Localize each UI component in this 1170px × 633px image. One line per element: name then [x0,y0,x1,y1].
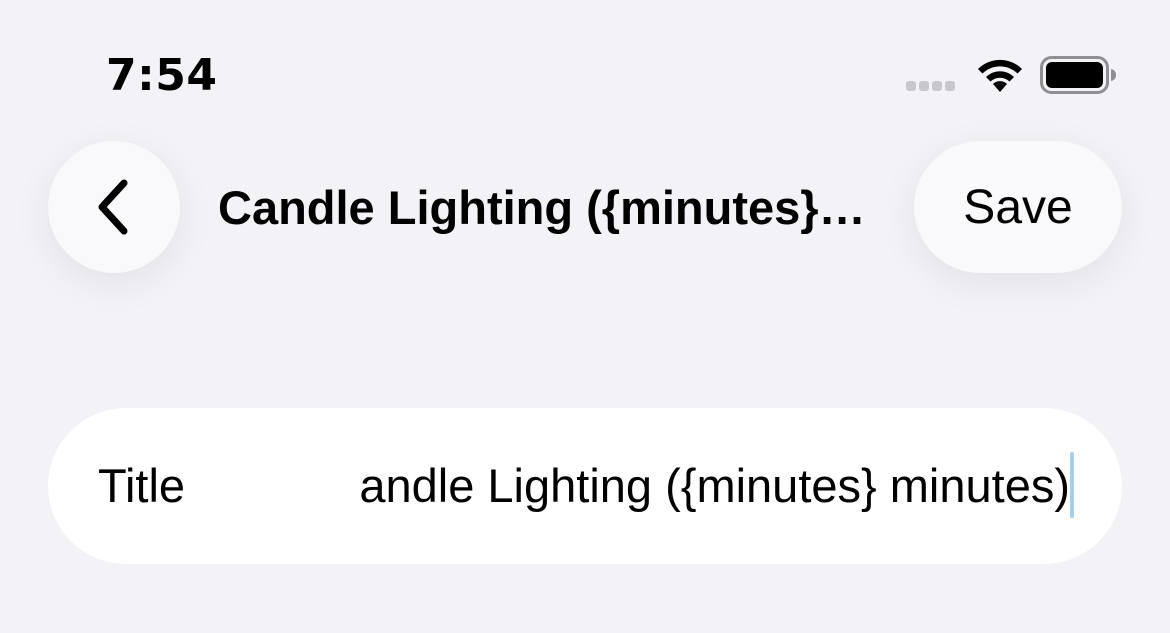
status-time: 7:54 [106,50,218,101]
page-title: Candle Lighting ({minutes} minutes) [218,181,878,234]
title-row: Title Candle Lighting ({minutes} minutes… [48,408,1122,564]
back-button[interactable] [48,141,180,273]
chevron-left-icon [98,179,128,235]
cellular-signal-icon [906,81,955,91]
title-label: Title [98,459,186,512]
save-button[interactable]: Save [914,141,1122,273]
text-caret [1070,452,1074,518]
wifi-icon [978,59,1022,92]
battery-icon [1040,56,1116,94]
title-field-value[interactable]: Candle Lighting ({minutes} minutes) [360,458,1070,514]
title-field[interactable]: Candle Lighting ({minutes} minutes) [360,454,1074,518]
